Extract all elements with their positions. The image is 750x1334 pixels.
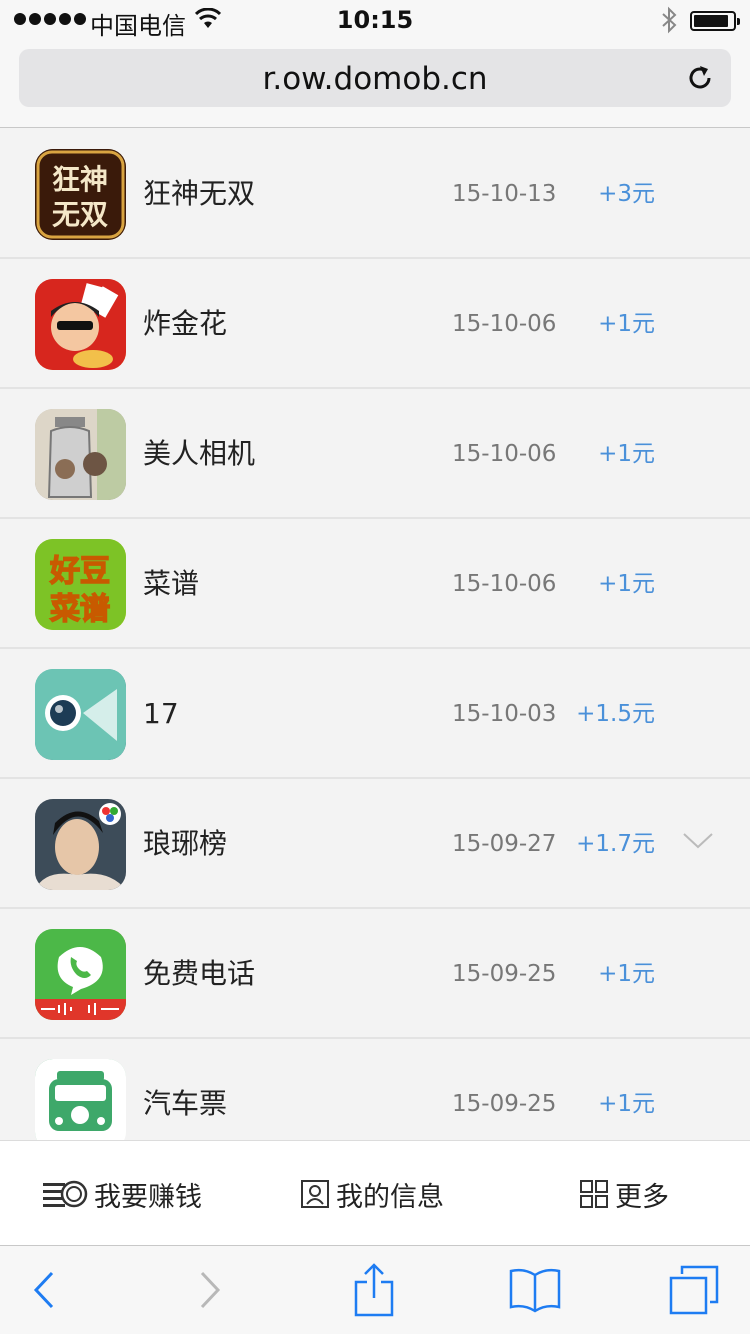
svg-text:好豆: 好豆 — [49, 554, 110, 589]
poker-avatar-icon — [35, 279, 126, 370]
app-date: 15-09-25 — [452, 961, 557, 987]
url-text: r.ow.domob.cn — [262, 61, 488, 97]
app-date: 15-10-06 — [452, 311, 557, 337]
address-bar[interactable]: r.ow.domob.cn — [19, 49, 731, 107]
app-date: 15-09-27 — [452, 831, 557, 857]
app-date: 15-10-13 — [452, 181, 557, 207]
game-icon: 狂神 无双 — [35, 149, 126, 240]
earn-money-icon — [43, 1180, 88, 1208]
camera-photo-icon — [35, 409, 126, 500]
app-name: 炸金花 — [143, 307, 228, 340]
recipe-icon: 好豆 菜谱 — [35, 539, 126, 630]
reload-icon[interactable] — [685, 63, 715, 93]
tab-my-info[interactable]: 我的信息 — [300, 1141, 444, 1247]
app-reward: +1元 — [598, 961, 655, 987]
tab-earn-money-label: 我要赚钱 — [94, 1181, 202, 1213]
app-row[interactable]: 美人相机 15-10-06 +1元 — [0, 389, 750, 519]
profile-icon — [301, 1180, 329, 1208]
svg-text:无双: 无双 — [52, 198, 108, 231]
svg-text:菜谱: 菜谱 — [50, 592, 110, 627]
tab-more-label: 更多 — [615, 1181, 669, 1213]
app-name: 狂神无双 — [143, 177, 256, 210]
clock: 10:15 — [336, 6, 414, 34]
app-date: 15-10-06 — [452, 441, 557, 467]
app-name: 17 — [143, 697, 179, 730]
tab-more[interactable]: 更多 — [579, 1141, 669, 1247]
app-date: 15-10-06 — [452, 571, 557, 597]
app-row[interactable]: 狂神 无双 狂神无双 15-10-13 +3元 — [0, 129, 750, 259]
app-reward: +1.5元 — [576, 701, 655, 727]
page: 中国电信 10:15 r.ow.domob.cn 狂神 无双 狂神无双 15-10-1… — [0, 0, 750, 1334]
tab-my-info-label: 我的信息 — [336, 1181, 444, 1213]
app-row[interactable]: 炸金花 15-10-06 +1元 — [0, 259, 750, 389]
status-bar: 中国电信 10:15 — [0, 0, 750, 40]
app-row[interactable]: 免费电话 15-09-25 +1元 — [0, 909, 750, 1039]
app-task-list: 狂神 无双 狂神无双 15-10-13 +3元 炸金花 15-10-06 +1元 美人相机 15-… — [0, 129, 750, 1169]
chevron-down-icon[interactable] — [682, 831, 714, 851]
tabs-button[interactable] — [668, 1246, 720, 1334]
bookmarks-button[interactable] — [508, 1246, 562, 1334]
bus-ticket-icon — [35, 1059, 126, 1150]
open-book-icon — [509, 1268, 561, 1313]
app-reward: +3元 — [598, 181, 655, 207]
app-name: 菜谱 — [143, 567, 200, 600]
tab-earn-money[interactable]: 我要赚钱 — [42, 1141, 202, 1247]
chevron-right-icon — [200, 1271, 221, 1309]
browser-toolbar — [0, 1246, 750, 1334]
app-row[interactable]: 17 15-10-03 +1.5元 — [0, 649, 750, 779]
app-reward: +1元 — [598, 311, 655, 337]
grid-more-icon — [580, 1180, 608, 1208]
share-button[interactable] — [353, 1246, 395, 1334]
phone-call-icon — [35, 929, 126, 1020]
browser-address-area: r.ow.domob.cn — [0, 40, 750, 128]
tabs-overview-icon — [669, 1265, 719, 1315]
app-name: 琅琊榜 — [143, 827, 228, 860]
app-row[interactable]: 琅琊榜 15-09-27 +1.7元 — [0, 779, 750, 909]
battery-icon — [690, 11, 740, 31]
app-row[interactable]: 好豆 菜谱 菜谱 15-10-06 +1元 — [0, 519, 750, 649]
live-camera-icon — [35, 669, 126, 760]
svg-text:狂神: 狂神 — [52, 163, 108, 196]
forward-button[interactable] — [198, 1246, 224, 1334]
app-reward: +1.7元 — [576, 831, 655, 857]
back-button[interactable] — [30, 1246, 56, 1334]
app-name: 美人相机 — [143, 437, 256, 470]
drama-portrait-icon — [35, 799, 126, 890]
app-name: 免费电话 — [143, 957, 256, 990]
app-date: 15-10-03 — [452, 701, 557, 727]
bluetooth-icon — [662, 6, 677, 34]
share-icon — [354, 1263, 394, 1317]
app-reward: +1元 — [598, 571, 655, 597]
bottom-tab-bar: 我要赚钱 我的信息 更多 — [0, 1140, 750, 1246]
chevron-left-icon — [33, 1271, 54, 1309]
app-reward: +1元 — [598, 441, 655, 467]
